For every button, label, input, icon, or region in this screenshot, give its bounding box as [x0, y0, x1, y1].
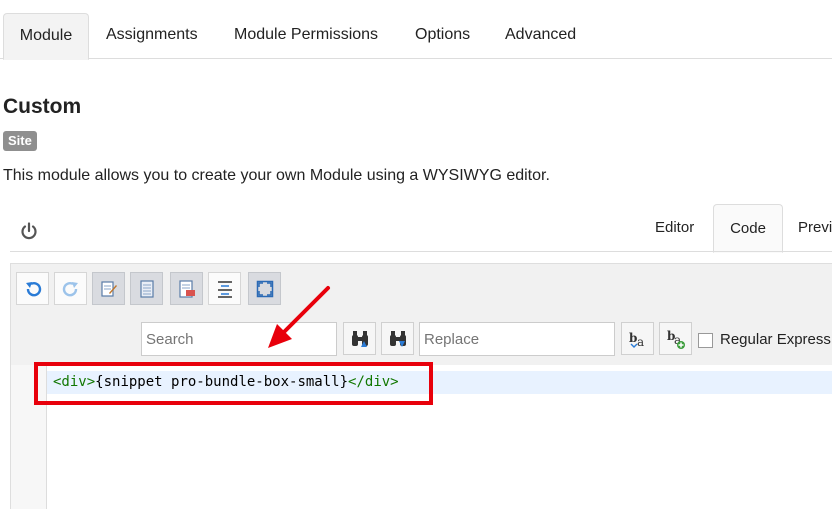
module-tabs: Module Assignments Module Permissions Op… [0, 0, 832, 60]
power-toggle-icon[interactable] [19, 221, 39, 241]
align-center-button[interactable] [208, 272, 241, 305]
undo-button[interactable] [16, 272, 49, 305]
edit-button[interactable] [92, 272, 125, 305]
search-input[interactable] [141, 322, 337, 356]
binoculars-icon [352, 331, 368, 347]
redo-icon [62, 282, 78, 297]
binoculars-icon [390, 331, 406, 347]
highlight-annotation-box [34, 362, 433, 405]
tab-preview[interactable]: Previ [798, 204, 832, 251]
replace-input[interactable] [419, 322, 615, 356]
replace-all-icon: b a [667, 329, 685, 349]
replace-button[interactable]: b a [621, 322, 654, 355]
redo-button[interactable] [54, 272, 87, 305]
module-description: This module allows you to create your ow… [3, 167, 550, 184]
tab-module-permissions[interactable]: Module Permissions [220, 13, 392, 57]
tab-assignments[interactable]: Assignments [92, 13, 212, 57]
regex-checkbox[interactable] [698, 333, 713, 348]
fullscreen-icon [256, 280, 274, 298]
undo-icon [26, 282, 42, 297]
tab-module[interactable]: Module [3, 13, 89, 60]
format-icon [179, 280, 195, 298]
align-center-icon [218, 281, 232, 298]
page-title: Custom [3, 95, 82, 118]
editor-header-divider [10, 251, 832, 252]
paste-icon [140, 280, 154, 298]
edit-icon [101, 281, 117, 297]
find-previous-button[interactable] [343, 322, 376, 355]
tab-editor[interactable]: Editor [655, 204, 694, 251]
tab-options[interactable]: Options [401, 13, 484, 57]
format-button[interactable] [170, 272, 203, 305]
regex-label: Regular Express [720, 331, 831, 348]
tab-advanced[interactable]: Advanced [491, 13, 590, 57]
tab-code[interactable]: Code [713, 204, 783, 253]
replace-icon: b a [629, 331, 644, 349]
fullscreen-button[interactable] [248, 272, 281, 305]
svg-text:a: a [637, 335, 644, 349]
site-badge: Site [3, 131, 37, 151]
paste-button[interactable] [130, 272, 163, 305]
find-next-button[interactable] [381, 322, 414, 355]
replace-all-button[interactable]: b a [659, 322, 692, 355]
